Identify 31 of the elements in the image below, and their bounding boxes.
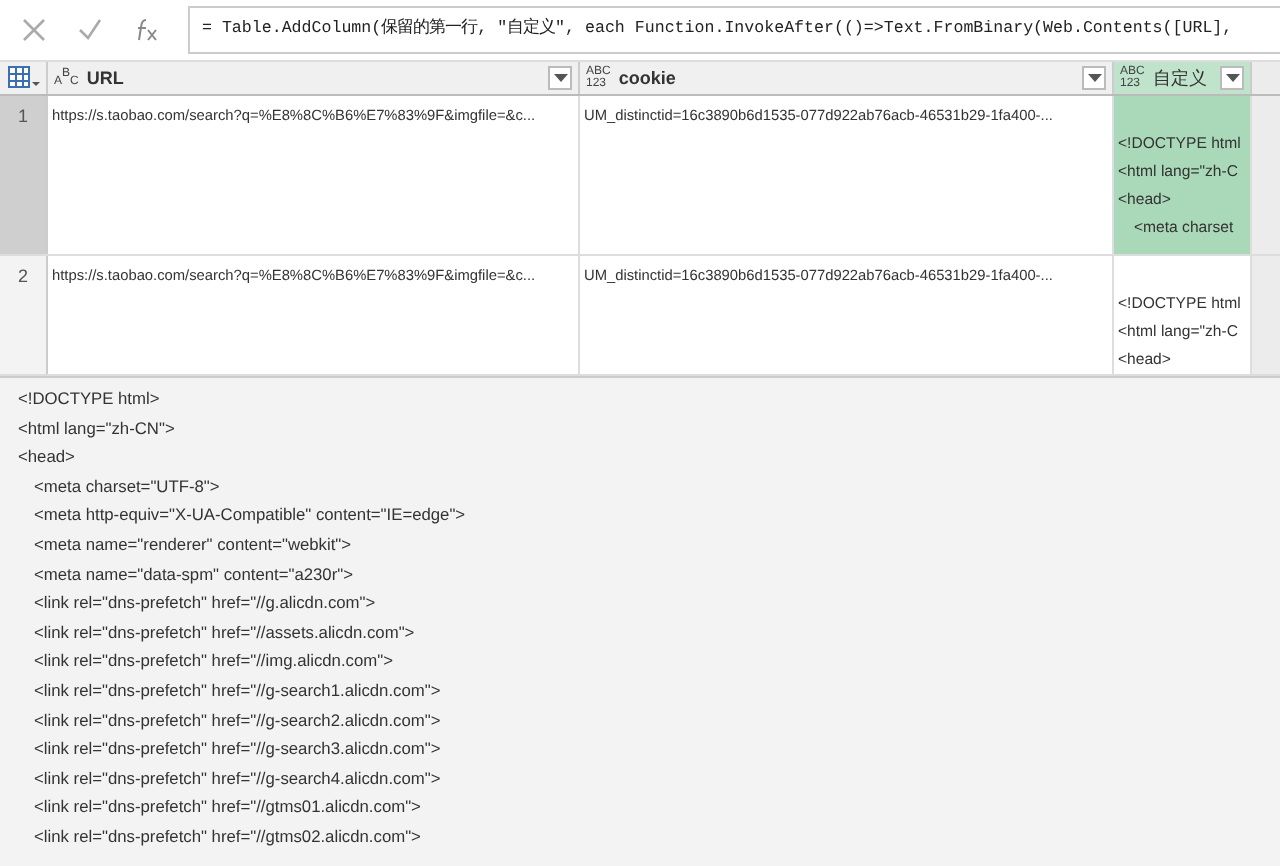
function-icon[interactable] xyxy=(132,16,160,44)
column-name: URL xyxy=(86,68,126,88)
preview-text-line: <html lang="zh-CN"> xyxy=(18,417,175,438)
preview-text-line: <link rel="dns-prefetch" href="//g-search4.alicdn.com"> xyxy=(34,767,441,788)
preview-text-line: <head> xyxy=(18,446,75,467)
preview-text-line: <meta http-equiv="X-UA-Compatible" content="IE=edge"> xyxy=(34,504,466,525)
preview-text-line: <link rel="dns-prefetch" href="//gtms02.alicdn.com"> xyxy=(34,825,421,846)
preview-text-line: <link rel="dns-prefetch" href="//img.alicdn.com"> xyxy=(34,650,393,671)
preview-text-line: <meta name="data-spm" content="a230r"> xyxy=(34,563,353,584)
preview-text-line: <link rel="dns-prefetch" href="//g.alicdn.com"> xyxy=(34,592,376,613)
filter-dropdown-button[interactable] xyxy=(1220,66,1244,90)
preview-text-line: <meta name="renderer" content="webkit"> xyxy=(34,533,352,554)
row-number[interactable]: 1 xyxy=(0,96,48,254)
caret-icon xyxy=(553,74,567,82)
row-number[interactable]: 2 xyxy=(0,256,48,374)
caret-icon xyxy=(1087,74,1101,82)
preview-text-line: <link rel="dns-prefetch" href="//assets.alicdn.com"> xyxy=(34,621,415,642)
caret-icon xyxy=(1225,74,1239,82)
preview-text-line: <link rel="dns-prefetch" href="//g-search2.alicdn.com"> xyxy=(34,709,441,730)
table-icon xyxy=(7,66,39,90)
check-icon[interactable] xyxy=(76,16,104,44)
formula-field[interactable]: = Table.AddColumn(保留的第一行, "自定义", each Function.InvokeAfter(()=>Text.FromBinary(Web.Contents([URL], xyxy=(188,6,1280,54)
preview-text-line: <link rel="dns-prefetch" href="//g-search3.alicdn.com"> xyxy=(34,738,441,759)
preview-text-line: <link rel="dns-prefetch" href="//g-search1.alicdn.com"> xyxy=(34,679,441,700)
filter-dropdown-button[interactable] xyxy=(548,66,572,90)
preview-text-line: <!DOCTYPE html> xyxy=(18,388,160,408)
preview-text-line: <meta charset="UTF-8"> xyxy=(34,475,220,496)
column-name: 自定义 xyxy=(1152,65,1209,91)
column-name: cookie xyxy=(618,68,678,88)
filter-dropdown-button[interactable] xyxy=(1082,66,1106,90)
preview-text-line: <link rel="dns-prefetch" href="//gtms01.alicdn.com"> xyxy=(34,796,421,817)
